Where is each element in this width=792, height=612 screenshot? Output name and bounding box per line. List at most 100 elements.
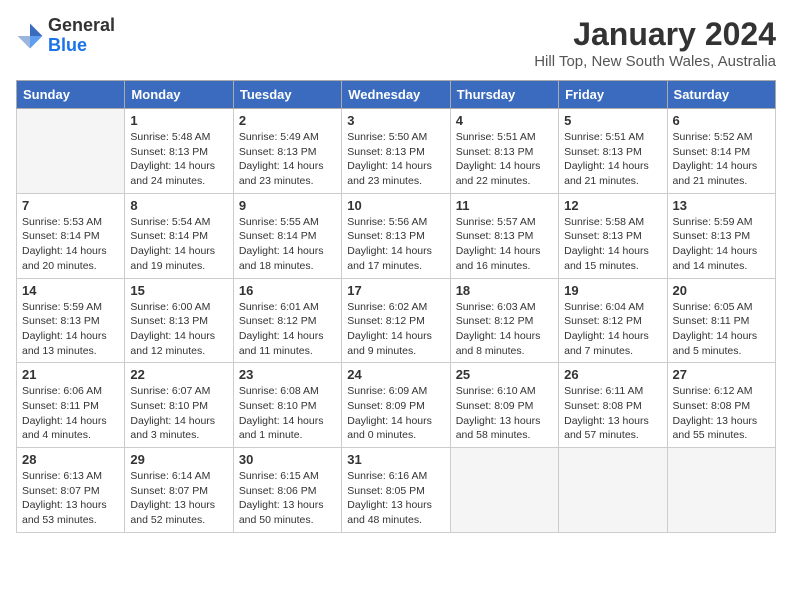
- day-info: Sunrise: 5:48 AM Sunset: 8:13 PM Dayligh…: [130, 130, 227, 189]
- calendar-week-row: 1Sunrise: 5:48 AM Sunset: 8:13 PM Daylig…: [17, 109, 776, 194]
- day-number: 9: [239, 198, 336, 213]
- calendar-cell: 7 Sunrise: 5:53 AM Sunset: 8:14 PM Daylig…: [17, 193, 125, 278]
- calendar-cell: 27 Sunrise: 6:12 AM Sunset: 8:08 PM Dayli…: [667, 363, 775, 448]
- day-info: Sunrise: 6:05 AM Sunset: 8:11 PM Dayligh…: [673, 300, 770, 359]
- col-header-friday: Friday: [559, 81, 667, 109]
- day-info: Sunrise: 6:02 AM Sunset: 8:12 PM Dayligh…: [347, 300, 444, 359]
- day-number: 11: [456, 198, 553, 213]
- day-info: Sunrise: 5:58 AM Sunset: 8:13 PM Dayligh…: [564, 215, 661, 274]
- day-info: Sunrise: 6:11 AM Sunset: 8:08 PM Dayligh…: [564, 384, 661, 443]
- day-number: 27: [673, 367, 770, 382]
- day-number: 20: [673, 283, 770, 298]
- page-header: General Blue January 2024 Hill Top, New …: [16, 16, 776, 70]
- logo-icon: [16, 22, 44, 50]
- day-number: 22: [130, 367, 227, 382]
- day-info: Sunrise: 5:56 AM Sunset: 8:13 PM Dayligh…: [347, 215, 444, 274]
- col-header-wednesday: Wednesday: [342, 81, 450, 109]
- col-header-sunday: Sunday: [17, 81, 125, 109]
- day-number: 17: [347, 283, 444, 298]
- calendar-cell: 15 Sunrise: 6:00 AM Sunset: 8:13 PM Dayli…: [125, 278, 233, 363]
- day-number: 7: [22, 198, 119, 213]
- calendar-cell: 17 Sunrise: 6:02 AM Sunset: 8:12 PM Dayli…: [342, 278, 450, 363]
- col-header-tuesday: Tuesday: [233, 81, 341, 109]
- day-info: Sunrise: 5:53 AM Sunset: 8:14 PM Dayligh…: [22, 215, 119, 274]
- day-info: Sunrise: 6:08 AM Sunset: 8:10 PM Dayligh…: [239, 384, 336, 443]
- day-number: 6: [673, 113, 770, 128]
- day-info: Sunrise: 6:12 AM Sunset: 8:08 PM Dayligh…: [673, 384, 770, 443]
- calendar-cell: 13 Sunrise: 5:59 AM Sunset: 8:13 PM Dayli…: [667, 193, 775, 278]
- day-info: Sunrise: 5:49 AM Sunset: 8:13 PM Dayligh…: [239, 130, 336, 189]
- day-info: Sunrise: 6:04 AM Sunset: 8:12 PM Dayligh…: [564, 300, 661, 359]
- day-info: Sunrise: 6:15 AM Sunset: 8:06 PM Dayligh…: [239, 469, 336, 528]
- day-info: Sunrise: 6:09 AM Sunset: 8:09 PM Dayligh…: [347, 384, 444, 443]
- calendar-week-row: 21 Sunrise: 6:06 AM Sunset: 8:11 PM Dayli…: [17, 363, 776, 448]
- calendar-cell: 18Sunrise: 6:03 AM Sunset: 8:12 PM Dayli…: [450, 278, 558, 363]
- col-header-saturday: Saturday: [667, 81, 775, 109]
- day-info: Sunrise: 6:13 AM Sunset: 8:07 PM Dayligh…: [22, 469, 119, 528]
- calendar-cell: 19 Sunrise: 6:04 AM Sunset: 8:12 PM Dayli…: [559, 278, 667, 363]
- calendar-cell: 12Sunrise: 5:58 AM Sunset: 8:13 PM Dayli…: [559, 193, 667, 278]
- calendar-cell: 9 Sunrise: 5:55 AM Sunset: 8:14 PM Daylig…: [233, 193, 341, 278]
- calendar-cell: 16 Sunrise: 6:01 AM Sunset: 8:12 PM Dayli…: [233, 278, 341, 363]
- calendar-cell: 14 Sunrise: 5:59 AM Sunset: 8:13 PM Dayli…: [17, 278, 125, 363]
- calendar-cell: 5Sunrise: 5:51 AM Sunset: 8:13 PM Daylig…: [559, 109, 667, 194]
- calendar-cell: 20 Sunrise: 6:05 AM Sunset: 8:11 PM Dayli…: [667, 278, 775, 363]
- day-info: Sunrise: 5:51 AM Sunset: 8:13 PM Dayligh…: [456, 130, 553, 189]
- day-info: Sunrise: 6:07 AM Sunset: 8:10 PM Dayligh…: [130, 384, 227, 443]
- day-number: 10: [347, 198, 444, 213]
- calendar-cell: 10 Sunrise: 5:56 AM Sunset: 8:13 PM Dayli…: [342, 193, 450, 278]
- day-number: 31: [347, 452, 444, 467]
- calendar-cell: 21 Sunrise: 6:06 AM Sunset: 8:11 PM Dayli…: [17, 363, 125, 448]
- day-info: Sunrise: 5:59 AM Sunset: 8:13 PM Dayligh…: [673, 215, 770, 274]
- calendar-cell: 2 Sunrise: 5:49 AM Sunset: 8:13 PM Daylig…: [233, 109, 341, 194]
- calendar-cell: 8Sunrise: 5:54 AM Sunset: 8:14 PM Daylig…: [125, 193, 233, 278]
- day-number: 3: [347, 113, 444, 128]
- logo: General Blue: [16, 16, 115, 56]
- day-info: Sunrise: 6:10 AM Sunset: 8:09 PM Dayligh…: [456, 384, 553, 443]
- calendar-table: SundayMondayTuesdayWednesdayThursdayFrid…: [16, 80, 776, 533]
- calendar-cell: 31 Sunrise: 6:16 AM Sunset: 8:05 PM Dayli…: [342, 448, 450, 533]
- day-info: Sunrise: 6:00 AM Sunset: 8:13 PM Dayligh…: [130, 300, 227, 359]
- calendar-cell: 30 Sunrise: 6:15 AM Sunset: 8:06 PM Dayli…: [233, 448, 341, 533]
- location: Hill Top, New South Wales, Australia: [534, 53, 776, 70]
- day-number: 26: [564, 367, 661, 382]
- day-info: Sunrise: 5:50 AM Sunset: 8:13 PM Dayligh…: [347, 130, 444, 189]
- day-number: 28: [22, 452, 119, 467]
- logo-general: General: [48, 15, 115, 35]
- day-info: Sunrise: 5:57 AM Sunset: 8:13 PM Dayligh…: [456, 215, 553, 274]
- calendar-cell: [17, 109, 125, 194]
- day-info: Sunrise: 6:16 AM Sunset: 8:05 PM Dayligh…: [347, 469, 444, 528]
- day-number: 4: [456, 113, 553, 128]
- calendar-cell: [559, 448, 667, 533]
- col-header-thursday: Thursday: [450, 81, 558, 109]
- day-info: Sunrise: 5:54 AM Sunset: 8:14 PM Dayligh…: [130, 215, 227, 274]
- day-info: Sunrise: 6:01 AM Sunset: 8:12 PM Dayligh…: [239, 300, 336, 359]
- day-number: 21: [22, 367, 119, 382]
- calendar-cell: 4 Sunrise: 5:51 AM Sunset: 8:13 PM Daylig…: [450, 109, 558, 194]
- day-info: Sunrise: 5:55 AM Sunset: 8:14 PM Dayligh…: [239, 215, 336, 274]
- calendar-cell: [667, 448, 775, 533]
- day-info: Sunrise: 5:59 AM Sunset: 8:13 PM Dayligh…: [22, 300, 119, 359]
- day-number: 14: [22, 283, 119, 298]
- day-number: 2: [239, 113, 336, 128]
- logo-text: General Blue: [48, 16, 115, 56]
- calendar-cell: 3 Sunrise: 5:50 AM Sunset: 8:13 PM Daylig…: [342, 109, 450, 194]
- day-info: Sunrise: 6:06 AM Sunset: 8:11 PM Dayligh…: [22, 384, 119, 443]
- calendar-week-row: 7 Sunrise: 5:53 AM Sunset: 8:14 PM Daylig…: [17, 193, 776, 278]
- day-number: 30: [239, 452, 336, 467]
- day-info: Sunrise: 5:51 AM Sunset: 8:13 PM Dayligh…: [564, 130, 661, 189]
- calendar-cell: 11 Sunrise: 5:57 AM Sunset: 8:13 PM Dayli…: [450, 193, 558, 278]
- calendar-cell: 6 Sunrise: 5:52 AM Sunset: 8:14 PM Daylig…: [667, 109, 775, 194]
- col-header-monday: Monday: [125, 81, 233, 109]
- day-info: Sunrise: 5:52 AM Sunset: 8:14 PM Dayligh…: [673, 130, 770, 189]
- day-number: 23: [239, 367, 336, 382]
- day-number: 19: [564, 283, 661, 298]
- calendar-week-row: 14 Sunrise: 5:59 AM Sunset: 8:13 PM Dayli…: [17, 278, 776, 363]
- calendar-cell: 28 Sunrise: 6:13 AM Sunset: 8:07 PM Dayli…: [17, 448, 125, 533]
- calendar-cell: 29Sunrise: 6:14 AM Sunset: 8:07 PM Dayli…: [125, 448, 233, 533]
- day-number: 15: [130, 283, 227, 298]
- day-number: 13: [673, 198, 770, 213]
- month-title: January 2024: [534, 16, 776, 53]
- day-number: 16: [239, 283, 336, 298]
- calendar-cell: 1Sunrise: 5:48 AM Sunset: 8:13 PM Daylig…: [125, 109, 233, 194]
